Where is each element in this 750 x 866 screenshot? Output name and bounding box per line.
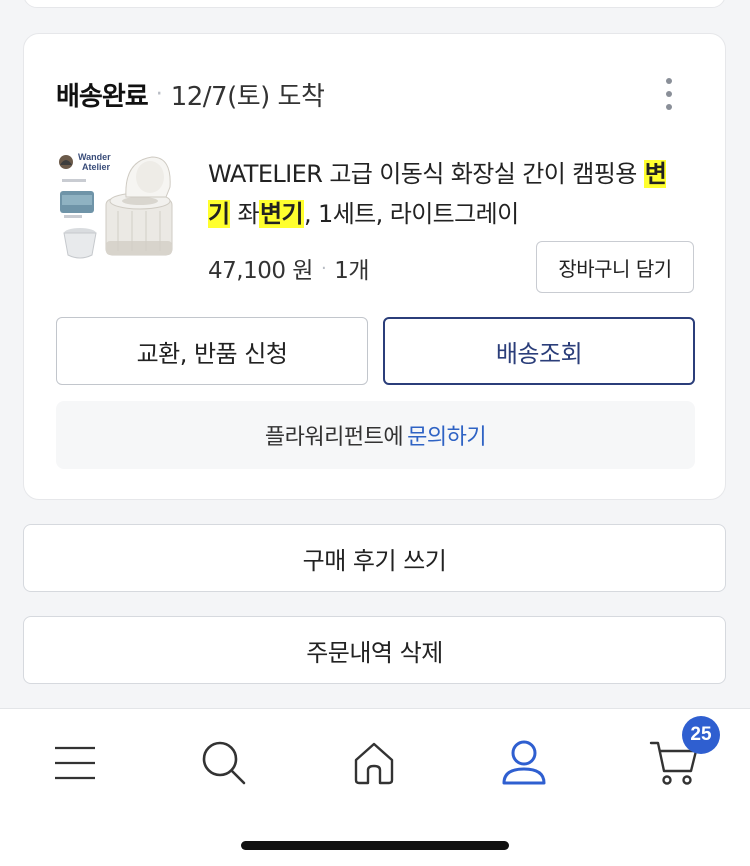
product-thumbnail[interactable]: Wander Atelier (56, 151, 186, 271)
header-separator: · (155, 82, 163, 107)
order-card: 배송완료 · 12/7(토) 도착 Wander Atelier WATELIE… (23, 33, 726, 500)
delivery-status: 배송완료 (56, 82, 149, 112)
track-delivery-button[interactable]: 배송조회 (383, 317, 695, 385)
product-title-text: , 1세트, 라이트그레이 (303, 200, 519, 228)
write-review-button[interactable]: 구매 후기 쓰기 (23, 524, 726, 592)
inquiry-seller-text: 플라워리펀트에 (264, 425, 404, 450)
price-row: 47,100 원 · 1개 (208, 251, 369, 285)
thumb-brand-line2: Atelier (82, 162, 111, 172)
tab-menu[interactable] (45, 733, 105, 793)
previous-card-edge (23, 0, 726, 8)
product-title-text: WATELIER 고급 이동식 화장실 간이 캠핑용 (208, 160, 644, 188)
product-title[interactable]: WATELIER 고급 이동식 화장실 간이 캠핑용 변기 좌변기, 1세트, … (208, 154, 688, 234)
search-icon (202, 741, 246, 785)
home-icon (354, 742, 394, 785)
product-price: 47,100 원 (208, 258, 313, 284)
seller-inquiry-bar: 플라워리펀트에 문의하기 (56, 401, 695, 469)
tab-search[interactable] (194, 733, 254, 793)
inquiry-link[interactable]: 문의하기 (407, 419, 486, 451)
more-vertical-icon[interactable] (665, 78, 673, 110)
arrival-date: 12/7(토) 도착 (170, 82, 325, 112)
order-header: 배송완료 · 12/7(토) 도착 (56, 76, 325, 113)
highlight-keyword: 변기 (259, 200, 304, 228)
user-icon (502, 740, 546, 785)
tab-my[interactable] (494, 733, 554, 793)
thumb-brand-line1: Wander (78, 152, 111, 162)
delete-order-button[interactable]: 주문내역 삭제 (23, 616, 726, 684)
tab-home[interactable] (344, 733, 404, 793)
add-to-cart-button[interactable]: 장바구니 담기 (536, 241, 694, 293)
exchange-return-button[interactable]: 교환, 반품 신청 (56, 317, 368, 385)
cart-count-badge: 25 (682, 716, 720, 754)
menu-icon (55, 746, 95, 780)
product-quantity: 1개 (334, 258, 369, 284)
product-title-text: 좌 (230, 200, 260, 228)
home-indicator[interactable] (241, 841, 509, 850)
price-separator: · (320, 257, 327, 279)
